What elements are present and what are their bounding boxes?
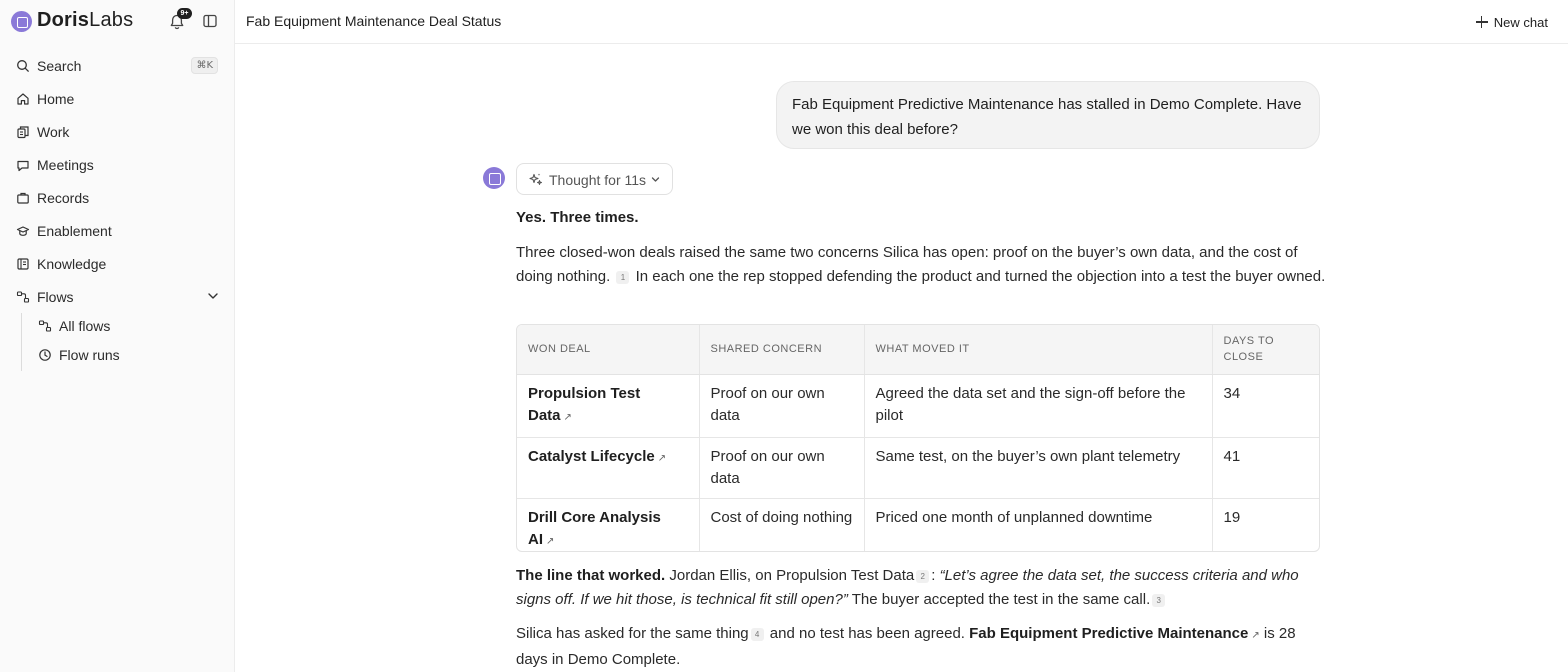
deal-cell: Propulsion Test Data ↗ [517,374,700,438]
notification-badge: 9+ [177,8,192,19]
thought-toggle-button[interactable]: Thought for 11s [516,163,673,195]
paragraph-text: The buyer accepted the test in the same … [851,591,1151,608]
table-row: Catalyst Lifecycle ↗ Proof on our own dat… [517,437,1319,499]
column-header: WON DEAL [517,325,700,375]
sidebar-item-meetings[interactable]: Meetings [8,151,226,179]
sidebar-item-flows[interactable]: Flows [8,283,226,311]
sidebar-item-flow-runs[interactable]: Flow runs [30,342,226,368]
concern-cell: Proof on our own data [699,374,865,438]
sidebar-subitem-label: Flow runs [59,347,120,363]
sidebar-toggle-icon[interactable] [201,12,219,30]
column-header: DAYS TO CLOSE [1212,325,1319,375]
days-cell: 34 [1212,374,1319,438]
user-message: Fab Equipment Predictive Maintenance has… [776,81,1320,149]
sparkle-icon [529,173,542,185]
deal-link[interactable]: Fab Equipment Predictive Maintenance [969,625,1248,642]
chevron-down-icon[interactable] [206,289,220,303]
moved-cell: Same test, on the buyer’s own plant tele… [864,437,1213,499]
table-row: Propulsion Test Data ↗ Proof on our own d… [517,374,1319,438]
enablement-icon [16,226,30,236]
paragraph-text: and no test has been agreed. [769,625,965,642]
logo-text[interactable]: DorisLabs [37,9,133,32]
sidebar-item-search[interactable]: Search ⌘K [8,52,226,80]
paragraph-text: In each one the rep stopped defending th… [635,268,1326,285]
subnav-divider [21,313,22,371]
external-link-icon: ↗ [1251,630,1260,641]
logo-icon [11,11,32,32]
moved-cell: Priced one month of unplanned downtime [864,498,1213,551]
external-link-icon: ↗ [563,411,572,423]
sidebar-item-enablement[interactable]: Enablement [8,217,226,245]
concern-cell: Proof on our own data [699,437,865,499]
paragraph-text: Silica has asked for the same thing [516,625,749,642]
meetings-icon [17,160,29,172]
sidebar-item-label: Meetings [37,157,94,173]
flows-icon [38,320,52,332]
clock-icon [39,349,51,361]
sidebar-item-label: Knowledge [37,256,107,272]
brand-name-light: Labs [89,9,134,31]
sidebar-item-knowledge[interactable]: Knowledge [8,250,226,278]
top-bar: Fab Equipment Maintenance Deal Status Ne… [235,0,1568,44]
deal-cell: Catalyst Lifecycle ↗ [517,437,700,499]
chevron-down-icon [651,177,660,182]
sidebar-item-label: Enablement [37,223,112,239]
days-cell: 41 [1212,437,1319,499]
sidebar-item-records[interactable]: Records [8,184,226,212]
page-title: Fab Equipment Maintenance Deal Status [246,13,502,29]
paragraph-lead: The line that worked. [516,567,666,584]
external-link-icon: ↗ [546,535,555,547]
days-cell: 19 [1223,508,1241,526]
paragraph-text: : [931,567,936,584]
concern-cell: Cost of doing nothing [699,498,865,551]
column-header: SHARED CONCERN [699,325,865,375]
sidebar-item-label: Home [37,91,75,107]
sidebar-item-all-flows[interactable]: All flows [30,313,226,339]
sidebar-item-work[interactable]: Work [8,118,226,146]
new-chat-label: New chat [1493,14,1548,30]
sidebar-item-label: Flows [37,289,74,305]
paragraph-text: Jordan Ellis, on Propulsion Test Data [669,567,915,584]
citation-badge[interactable]: 1 [616,271,630,284]
home-icon [17,93,29,105]
answer-paragraph: Silica has asked for the same thing 4 and… [516,622,1326,672]
work-icon [17,126,29,139]
external-link-icon: ↗ [657,452,667,464]
deal-cell: Drill Core Analysis AI ↗ [517,498,700,551]
sidebar-item-home[interactable]: Home [8,85,226,113]
citation-badge[interactable]: 3 [1152,594,1166,607]
brand-name-bold: Doris [37,9,90,31]
assistant-avatar-icon [483,167,505,189]
deal-link[interactable]: Propulsion Test Data [528,385,640,424]
search-icon [17,60,30,73]
sidebar-item-label: Records [37,190,90,206]
deal-link[interactable]: Catalyst Lifecycle [528,448,655,465]
moved-cell: Agreed the data set and the sign-off bef… [864,374,1213,438]
shortcut-hint: ⌘K [191,57,218,74]
thought-label: Thought for 11s [549,172,647,188]
records-icon [17,192,29,204]
sidebar-item-label: Search [37,58,82,74]
new-chat-button[interactable]: New chat [1475,12,1548,32]
answer-paragraph: The line that worked. Jordan Ellis, on P… [516,564,1326,612]
answer-heading: Yes. Three times. [516,209,639,226]
answer-paragraph: Three closed-won deals raised the same t… [516,241,1326,289]
plus-icon [1475,16,1488,28]
table-row: Drill Core Analysis AI ↗ Cost of doing no… [517,498,1319,551]
brand-row: DorisLabs 9+ [0,0,235,43]
sidebar-item-label: Work [37,124,70,140]
citation-badge[interactable]: 2 [916,570,930,583]
sidebar-subitem-label: All flows [59,318,111,334]
column-header: WHAT MOVED IT [864,325,1213,375]
citation-badge[interactable]: 4 [750,628,764,641]
sidebar: DorisLabs 9+ Search ⌘K Home Work Meeting… [0,0,235,672]
flows-icon [16,291,30,303]
won-deals-table: WON DEAL SHARED CONCERN WHAT MOVED IT DA… [516,324,1320,552]
knowledge-icon [17,258,29,270]
